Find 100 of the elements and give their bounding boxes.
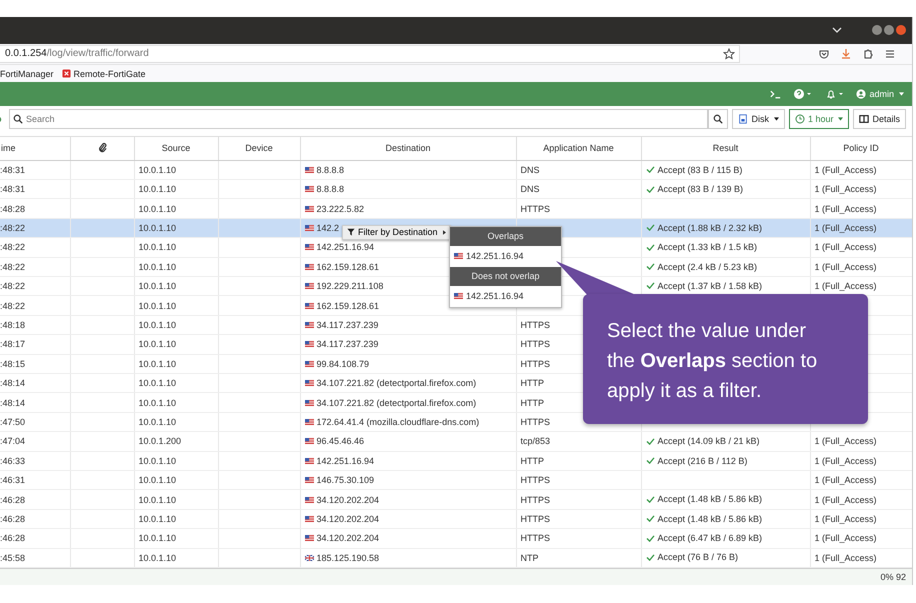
star-icon[interactable] (723, 48, 735, 60)
table-cell: :48:22 (0, 238, 70, 258)
table-cell: 10.0.1.10 (134, 257, 218, 277)
table-cell: :48:18 (0, 315, 70, 335)
table-cell: 10.0.1.10 (134, 238, 218, 258)
table-cell: :48:31 (0, 160, 70, 180)
column-header[interactable]: Destination (300, 136, 516, 160)
column-header[interactable]: Application Name (516, 136, 641, 160)
columns-icon (859, 114, 870, 124)
minimize-button[interactable] (872, 25, 882, 36)
table-cell: :48:17 (0, 334, 70, 354)
table-cell: 146.75.30.109 (304, 475, 374, 486)
table-cell: 10.0.1.10 (134, 451, 218, 470)
time-range-dropdown[interactable]: 1 hour (788, 109, 850, 130)
filter-icon (347, 228, 355, 236)
download-icon[interactable] (840, 48, 852, 60)
table-cell: 34.120.202.204 (304, 514, 380, 524)
table-cell: 34.117.237.239 (304, 320, 378, 330)
filter-menu-item[interactable]: Filter by Destination (342, 224, 451, 240)
table-cell: 10.0.1.10 (134, 470, 218, 490)
column-header[interactable]: Result (641, 136, 810, 160)
table-cell: 10.0.1.10 (134, 374, 218, 393)
table-cell: 1 (Full_Access) (814, 533, 877, 544)
search-icon (13, 114, 23, 124)
column-header[interactable] (70, 136, 134, 160)
table-cell: Accept (1.33 kB / 1.5 kB) (646, 242, 758, 252)
table-cell: 1 (Full_Access) (814, 242, 877, 252)
menu-icon[interactable] (884, 48, 896, 60)
bookmark-link[interactable]: FortiManager (0, 68, 54, 79)
table-cell: HTTPS (520, 358, 550, 369)
table-cell: HTTP (520, 398, 544, 408)
check-icon (646, 282, 654, 290)
check-icon (646, 186, 654, 193)
column-header[interactable]: Source (134, 136, 218, 160)
disk-dropdown[interactable]: Disk (732, 109, 785, 130)
table-cell: 1 (Full_Access) (814, 494, 877, 505)
check-icon (646, 166, 654, 174)
table-cell: 1 (Full_Access) (814, 204, 877, 214)
table-cell: tcp/853 (520, 436, 550, 446)
paperclip-icon (98, 142, 106, 153)
table-cell: 1 (Full_Access) (814, 514, 877, 524)
table-cell: 142.251.16.94 (304, 242, 374, 252)
column-header[interactable]: ime (0, 136, 70, 160)
submenu-heading: Does not overlap (450, 266, 561, 286)
table-cell: :48:22 (0, 276, 70, 296)
submenu-item[interactable]: 142.251.16.94 (450, 246, 561, 267)
column-header[interactable]: Device (218, 136, 300, 160)
table-cell: 10.0.1.10 (134, 490, 218, 510)
table-cell: 10.0.1.10 (134, 315, 218, 335)
table-cell: 34.117.237.239 (304, 339, 378, 350)
table-cell: 10.0.1.10 (134, 296, 218, 316)
search-field[interactable]: Search (9, 109, 708, 130)
table-cell: 34.107.221.82 (detectportal.firefox.com) (304, 378, 476, 388)
bookmark-link[interactable]: Remote-FortiGate (62, 68, 146, 79)
address-bar[interactable]: 0.0.1.254/log/view/traffic/forward (0, 44, 740, 63)
submenu-heading: Overlaps (450, 226, 561, 246)
check-icon (646, 263, 654, 270)
table-cell: 34.120.202.204 (304, 494, 380, 505)
column-header[interactable]: Policy ID (810, 136, 912, 160)
table-cell: :46:28 (0, 509, 70, 529)
close-button[interactable] (896, 25, 906, 36)
footer-text: 0% 92 (880, 572, 906, 582)
table-cell: HTTPS (520, 514, 550, 524)
search-icon (713, 114, 724, 124)
table-cell: HTTP (520, 378, 544, 388)
terminal-icon[interactable] (769, 88, 782, 100)
table-cell: :48:22 (0, 296, 70, 316)
us-flag-icon (304, 360, 314, 367)
bookmark-icon (62, 69, 71, 78)
table-cell: Accept (83 B / 115 B) (646, 164, 742, 175)
check-icon (646, 244, 654, 251)
chevron-down-icon[interactable] (832, 27, 842, 34)
us-flag-icon (304, 341, 314, 348)
table-cell: 10.0.1.10 (134, 509, 218, 529)
table-cell: 10.0.1.10 (134, 198, 218, 218)
table-cell: 162.159.128.61 (304, 300, 380, 311)
search-button[interactable] (708, 109, 728, 130)
details-button[interactable]: Details (853, 109, 906, 130)
pocket-icon[interactable] (818, 48, 830, 60)
table-cell: Accept (6.47 kB / 6.89 kB) (646, 533, 762, 544)
table-cell: 10.0.1.10 (134, 548, 218, 568)
user-menu[interactable]: admin (856, 89, 904, 100)
check-icon (646, 554, 654, 561)
table-cell: :48:22 (0, 257, 70, 277)
puzzle-icon[interactable] (862, 48, 874, 60)
us-flag-icon (304, 264, 314, 270)
table-cell: 1 (Full_Access) (814, 436, 877, 446)
check-icon (646, 534, 654, 542)
maximize-button[interactable] (884, 25, 894, 36)
table-cell: 10.0.1.10 (134, 180, 218, 199)
url-host: 0.0.1.254 (5, 48, 47, 60)
table-cell: Accept (2.4 kB / 5.23 kB) (646, 262, 758, 272)
table-cell: HTTPS (520, 339, 550, 350)
table-cell: 10.0.1.10 (134, 528, 218, 548)
table-cell: Accept (14.09 kB / 21 kB) (646, 436, 760, 446)
us-flag-icon (304, 496, 314, 503)
table-cell: 1 (Full_Access) (814, 456, 877, 466)
table-cell: 8.8.8.8 (304, 184, 344, 194)
uk-flag-icon (304, 554, 314, 561)
us-flag-icon (304, 166, 314, 173)
